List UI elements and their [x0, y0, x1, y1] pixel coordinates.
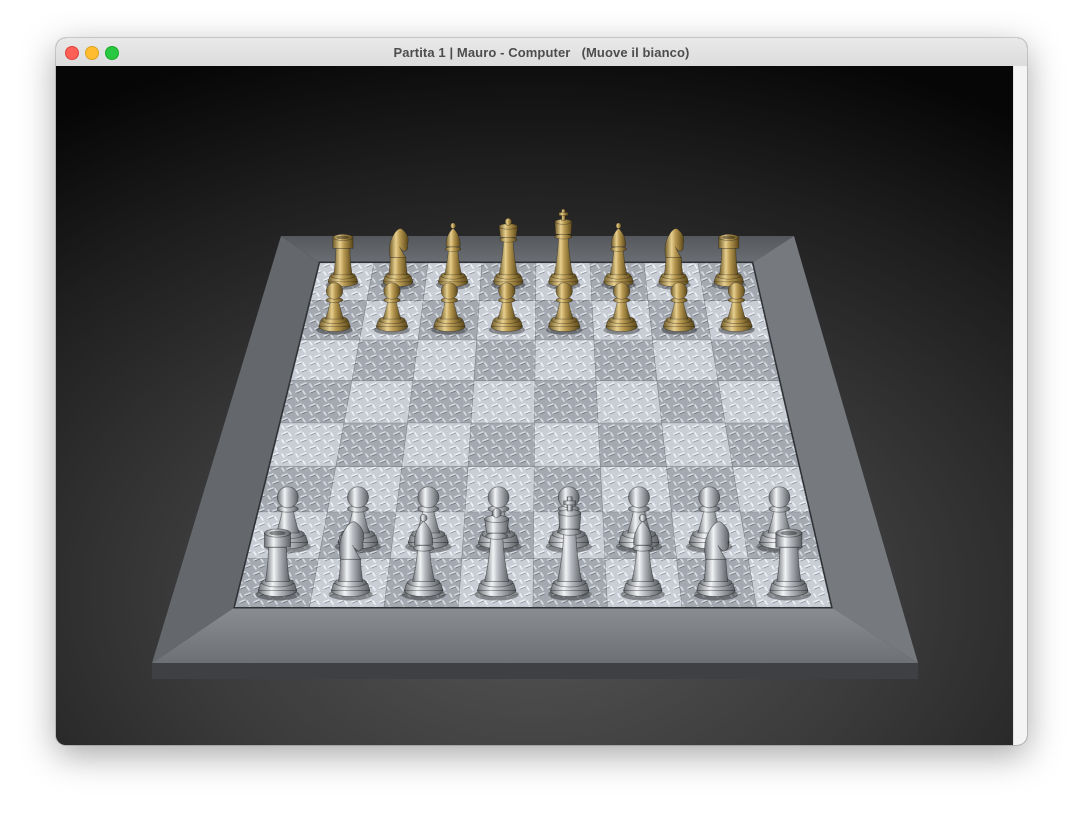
board-square: [595, 380, 663, 424]
board-square: [534, 380, 599, 424]
board-square: [732, 466, 810, 513]
pawn-part: [613, 282, 631, 300]
board-square: [724, 422, 800, 468]
pawn-part: [698, 486, 721, 509]
title-bar[interactable]: Partita 1 | Mauro - Computer (Muove il b…: [56, 38, 1027, 67]
bishop-part: [610, 246, 627, 252]
board-square: [258, 466, 337, 513]
board-square: [710, 339, 780, 382]
rook-part: [333, 248, 353, 276]
board-square: [597, 422, 667, 468]
board-square: [401, 422, 472, 468]
pawn-part: [487, 486, 510, 509]
board-square: [656, 380, 726, 424]
bishop-part: [611, 227, 626, 248]
board-square: [717, 380, 790, 424]
board-square: [290, 339, 360, 382]
board-square: [269, 422, 345, 468]
pawn-part: [498, 282, 516, 300]
pawn-part: [440, 282, 458, 300]
board-square: [473, 339, 536, 382]
queen-part: [499, 236, 518, 243]
board-square: [467, 422, 535, 468]
bishop-part: [413, 544, 435, 552]
board-square: [280, 380, 353, 424]
king-part: [563, 500, 577, 506]
rook-part: [719, 248, 739, 276]
rook-part: [264, 546, 291, 582]
rook-part: [776, 546, 802, 582]
board-square: [661, 422, 733, 468]
pawn-part: [276, 486, 299, 509]
bishop-part: [615, 222, 622, 229]
bishop-part: [444, 246, 462, 252]
board-frame-front: [152, 607, 918, 663]
game-window: Partita 1 | Mauro - Computer (Muove il b…: [56, 38, 1027, 745]
board-square: [335, 422, 408, 468]
bishop-part: [638, 514, 647, 522]
game-viewport[interactable]: [56, 66, 1014, 745]
board-square: [351, 339, 419, 382]
king-part: [554, 233, 573, 240]
board-square: [593, 339, 658, 382]
pawn-part: [555, 282, 573, 300]
queen-part: [504, 217, 513, 226]
bishop-part: [450, 222, 457, 229]
chessboard-3d[interactable]: [56, 66, 1014, 745]
board-square: [470, 380, 536, 424]
window-edge-strip: [1013, 66, 1027, 745]
window-title: Partita 1 | Mauro - Computer (Muove il b…: [393, 45, 690, 60]
knight-part: [703, 558, 729, 582]
pawn-part: [347, 486, 369, 509]
pawn-part: [670, 282, 688, 300]
queen-part: [491, 508, 502, 518]
bishop-part: [445, 227, 461, 248]
pawn-part: [325, 282, 344, 300]
rook-crenel: [722, 235, 736, 240]
board-square: [533, 422, 601, 468]
king-part: [558, 212, 569, 216]
knight-part: [338, 558, 364, 582]
board-square: [412, 339, 478, 382]
king-part: [558, 528, 582, 536]
board-square: [534, 339, 597, 382]
bishop-part: [419, 514, 428, 522]
board-square: [652, 339, 719, 382]
rook-crenel: [269, 530, 286, 536]
queen-part: [485, 532, 509, 540]
board-square: [407, 380, 475, 424]
rook-crenel: [780, 530, 797, 536]
board-square: [343, 380, 414, 424]
board-layer: [152, 236, 918, 679]
board-frame-edge: [152, 663, 918, 679]
pawn-part: [768, 486, 791, 509]
rook-crenel: [336, 235, 350, 240]
board-frame-back: [281, 236, 794, 263]
pawn-part: [727, 282, 746, 300]
knight-part: [663, 257, 684, 276]
pawn-part: [383, 282, 401, 300]
bishop-part: [632, 544, 654, 552]
pawn-part: [417, 486, 440, 509]
knight-part: [388, 257, 408, 276]
pawn-part: [628, 486, 650, 509]
